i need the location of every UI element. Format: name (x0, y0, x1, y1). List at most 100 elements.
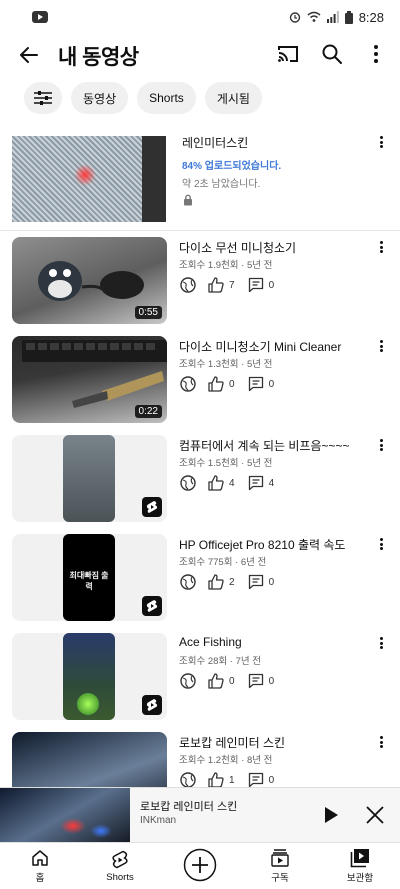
more-options-button[interactable] (362, 40, 390, 68)
nav-subscriptions-label: 구독 (271, 873, 289, 884)
upload-info: 레인미터스킨 84% 업로드되었습니다. 약 2초 남았습니다. (182, 134, 281, 211)
nav-create[interactable] (160, 843, 240, 889)
comment-icon[interactable] (247, 672, 265, 690)
shorts-badge-icon (142, 497, 162, 517)
comment-icon[interactable] (247, 375, 265, 393)
play-button[interactable] (322, 804, 340, 826)
short-thumbnail-image (63, 633, 115, 720)
video-stats: 0 0 (179, 672, 286, 690)
video-stats: 4 4 (179, 474, 286, 492)
status-bar: 8:28 (0, 0, 400, 34)
filter-chip[interactable] (24, 82, 62, 114)
thumb-up-icon[interactable] (207, 672, 225, 690)
mini-player-thumbnail[interactable] (0, 788, 130, 843)
thumbnail-caption: 최대빠짐 출력 (69, 571, 109, 591)
video-meta: 조회수 775회 · 6년 전 (179, 557, 267, 568)
upload-progress-text: 84% 업로드되었습니다. (182, 161, 282, 172)
like-count: 0 (229, 378, 235, 390)
video-item[interactable]: 0:55 다이소 무선 미니청소기 조회수 1.9천회 · 5년 전 7 0 (0, 237, 400, 327)
video-item[interactable]: Ace Fishing 조회수 28회 · 7년 전 0 0 (0, 633, 400, 723)
video-title: 컴퓨터에서 계속 되는 비프음~~~~ (179, 439, 350, 453)
globe-icon (179, 276, 197, 294)
mini-player-channel: INKman (140, 815, 177, 826)
more-vertical-icon (374, 45, 378, 63)
nav-library-label: 보관함 (346, 873, 374, 884)
video-more-button[interactable] (376, 635, 386, 651)
video-more-button[interactable] (376, 239, 386, 255)
app-bar-actions (274, 40, 390, 68)
globe-icon (179, 474, 197, 492)
video-title: 로보캅 레인미터 스킨 (179, 736, 286, 750)
video-item[interactable]: 0:22 다이소 미니청소기 Mini Cleaner 조회수 1.3천회 · … (0, 336, 400, 426)
comment-count: 0 (268, 774, 275, 786)
short-thumbnail-image: 최대빠짐 출력 (63, 534, 115, 621)
nav-subscriptions[interactable]: 구독 (240, 843, 320, 889)
thumb-up-icon[interactable] (207, 276, 225, 294)
upload-thumbnail (12, 136, 166, 222)
nav-library[interactable]: 보관함 (320, 843, 400, 889)
chip-shorts[interactable]: Shorts (137, 82, 196, 114)
chip-posts[interactable]: 게시됨 (204, 82, 262, 114)
thumb-up-icon[interactable] (207, 573, 225, 591)
video-more-button[interactable] (376, 734, 386, 750)
play-icon (325, 807, 338, 823)
shorts-badge-icon (142, 596, 162, 616)
thumb-up-icon[interactable] (207, 375, 225, 393)
globe-icon (179, 573, 197, 591)
video-thumbnail[interactable] (12, 633, 167, 720)
comment-count: 0 (268, 279, 275, 291)
comment-icon[interactable] (247, 276, 265, 294)
upload-remaining-text: 약 2초 남았습니다. (182, 179, 261, 190)
video-more-button[interactable] (376, 536, 386, 552)
signal-icon (326, 11, 339, 23)
short-thumbnail-image (63, 435, 115, 522)
comment-count: 0 (268, 378, 275, 390)
nav-shorts-label: Shorts (106, 871, 134, 883)
search-icon (322, 44, 342, 64)
video-thumbnail[interactable]: 최대빠짐 출력 (12, 534, 167, 621)
thumb-up-icon[interactable] (207, 474, 225, 492)
video-title: 다이소 미니청소기 Mini Cleaner (179, 340, 342, 354)
close-button[interactable] (364, 804, 386, 826)
video-item[interactable]: 최대빠짐 출력 HP Officejet Pro 8210 출력 속도 조회수 … (0, 534, 400, 624)
video-item[interactable]: 컴퓨터에서 계속 되는 비프음~~~~ 조회수 1.5천회 · 5년 전 4 4 (0, 435, 400, 525)
nav-shorts[interactable]: Shorts (80, 843, 160, 889)
video-more-button[interactable] (376, 437, 386, 453)
comment-count: 0 (268, 675, 275, 687)
comment-count: 0 (268, 576, 275, 588)
nav-home[interactable]: 홈 (0, 843, 80, 889)
create-plus-icon (183, 848, 217, 882)
video-stats: 7 0 (179, 276, 286, 294)
shorts-badge-icon (142, 695, 162, 715)
arrow-left-icon (20, 47, 38, 63)
video-thumbnail[interactable]: 0:55 (12, 237, 167, 324)
like-count: 2 (229, 576, 235, 588)
upload-title: 레인미터스킨 (182, 136, 249, 150)
globe-icon (179, 375, 197, 393)
cast-button[interactable] (274, 40, 302, 68)
like-count: 4 (229, 477, 235, 489)
video-meta: 조회수 1.2천회 · 8년 전 (179, 755, 273, 766)
cast-icon (278, 46, 298, 62)
status-right: 8:28 (289, 10, 384, 25)
home-icon (32, 850, 48, 866)
video-stats: 0 0 (179, 375, 286, 393)
wifi-icon (307, 11, 321, 22)
chip-videos[interactable]: 동영상 (71, 82, 129, 114)
like-count: 7 (229, 279, 235, 291)
search-button[interactable] (318, 40, 346, 68)
upload-more-button[interactable] (376, 134, 386, 150)
bottom-navigation: 홈 Shorts 구독 보관함 (0, 842, 400, 889)
video-more-button[interactable] (376, 338, 386, 354)
video-thumbnail[interactable]: 0:22 (12, 336, 167, 423)
nav-home-label: 홈 (35, 873, 45, 884)
alarm-icon (289, 12, 300, 23)
back-button[interactable] (16, 42, 42, 68)
video-thumbnail[interactable] (12, 435, 167, 522)
mini-player[interactable]: 로보캅 레인미터 스킨 INKman (0, 787, 400, 843)
video-meta: 조회수 1.5천회 · 5년 전 (179, 458, 273, 469)
comment-icon[interactable] (247, 474, 265, 492)
uploading-video[interactable]: 레인미터스킨 84% 업로드되었습니다. 약 2초 남았습니다. (0, 128, 400, 231)
comment-icon[interactable] (247, 573, 265, 591)
video-duration: 0:22 (134, 405, 162, 418)
